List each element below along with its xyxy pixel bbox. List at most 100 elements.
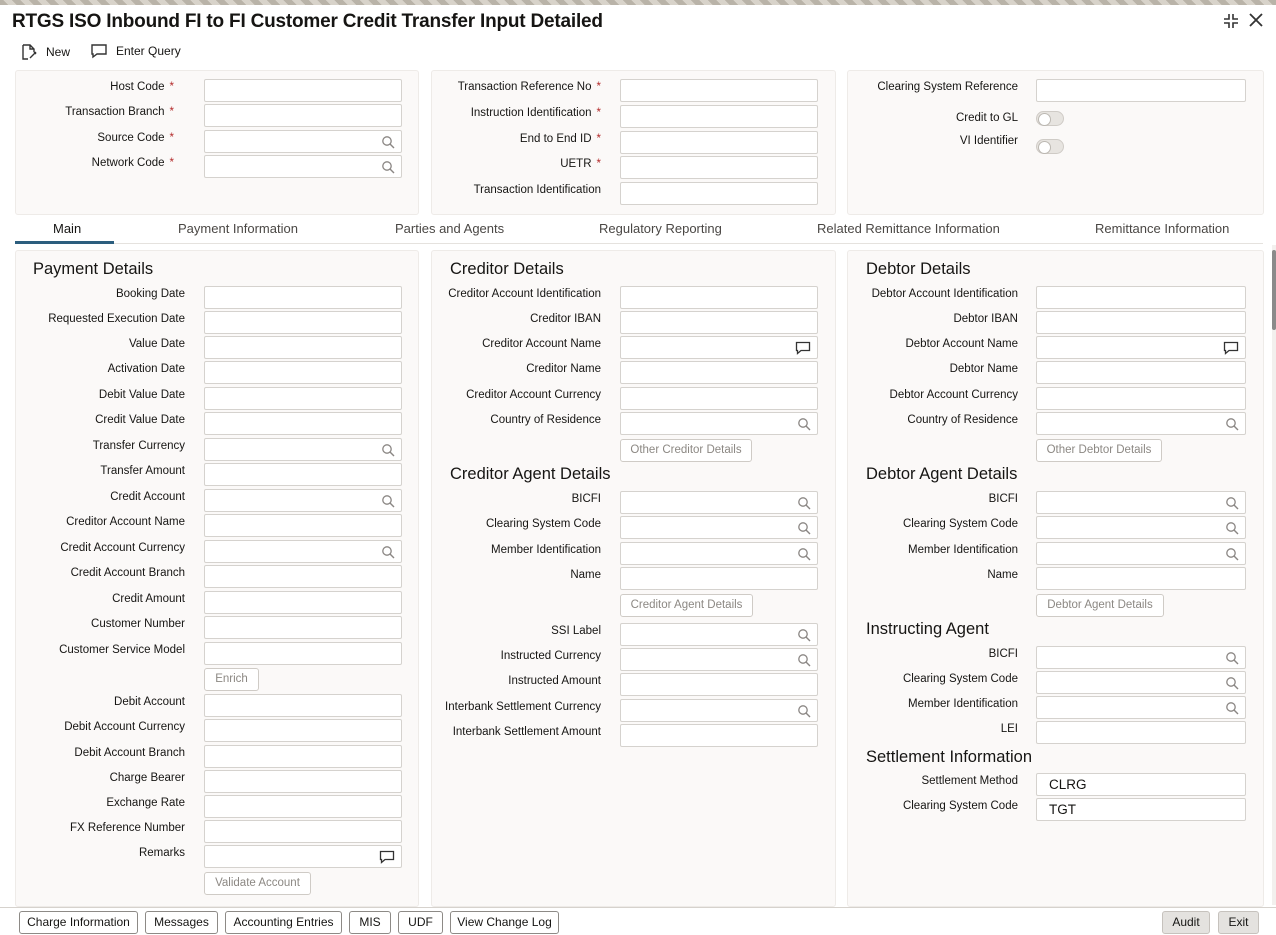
- search-icon[interactable]: [1225, 547, 1239, 564]
- creditor-creditor-account-name-input[interactable]: [620, 336, 818, 359]
- search-icon[interactable]: [797, 704, 811, 721]
- new-button[interactable]: New: [20, 43, 70, 61]
- payment-credit-account-currency-input[interactable]: [204, 540, 402, 563]
- creditor-instructed-amount-input[interactable]: [620, 673, 818, 696]
- creditor-agent-name-input[interactable]: [620, 567, 818, 590]
- payment-charge-bearer-input[interactable]: [204, 770, 402, 793]
- search-icon[interactable]: [381, 135, 395, 152]
- mis-button[interactable]: MIS: [349, 911, 391, 934]
- transaction-identification-input[interactable]: [620, 182, 818, 205]
- creditor-creditor-name-input[interactable]: [620, 361, 818, 384]
- payment-value-date-input[interactable]: [204, 336, 402, 359]
- search-icon[interactable]: [381, 443, 395, 460]
- creditor-agent-member-identification-input[interactable]: [620, 542, 818, 565]
- audit-button[interactable]: Audit: [1162, 911, 1210, 934]
- credit-to-gl-toggle[interactable]: [1036, 111, 1064, 126]
- udf-button[interactable]: UDF: [398, 911, 443, 934]
- creditor-instructed-currency-input[interactable]: [620, 648, 818, 671]
- search-icon[interactable]: [797, 417, 811, 434]
- instruction-identification-input[interactable]: [620, 105, 818, 128]
- tab-main[interactable]: Main: [53, 221, 81, 236]
- payment-requested-execution-date-input[interactable]: [204, 311, 402, 334]
- search-icon[interactable]: [1225, 521, 1239, 538]
- debtor-debtor-account-name-input[interactable]: [1036, 336, 1246, 359]
- debtor-agent-member-identification-input[interactable]: [1036, 542, 1246, 565]
- other-debtor-details-button[interactable]: Other Debtor Details: [1036, 439, 1162, 462]
- comment-icon[interactable]: [379, 850, 395, 867]
- search-icon[interactable]: [381, 545, 395, 562]
- scrollbar-track[interactable]: [1272, 245, 1276, 905]
- network-code-input[interactable]: [204, 155, 402, 178]
- creditor-agent-bicfi-input[interactable]: [620, 491, 818, 514]
- transaction-reference-no-input[interactable]: [620, 79, 818, 102]
- accounting-entries-button[interactable]: Accounting Entries: [225, 911, 342, 934]
- debtor-debtor-account-currency-input[interactable]: [1036, 387, 1246, 410]
- scrollbar-thumb[interactable]: [1272, 250, 1276, 330]
- close-icon[interactable]: [1248, 12, 1264, 33]
- debtor-country-of-residence-input[interactable]: [1036, 412, 1246, 435]
- debtor-agent-name-input[interactable]: [1036, 567, 1246, 590]
- payment-booking-date-input[interactable]: [204, 286, 402, 309]
- payment-debit-account-currency-input[interactable]: [204, 719, 402, 742]
- creditor-agent-clearing-system-code-input[interactable]: [620, 516, 818, 539]
- creditor-ssi-label-input[interactable]: [620, 623, 818, 646]
- debtor-debtor-account-identification-input[interactable]: [1036, 286, 1246, 309]
- tab-remittance-information[interactable]: Remittance Information: [1095, 221, 1229, 236]
- search-icon[interactable]: [1225, 417, 1239, 434]
- payment-debit-value-date-input[interactable]: [204, 387, 402, 410]
- instructing-agent-member-identification-input[interactable]: [1036, 696, 1246, 719]
- instructing-agent-lei-input[interactable]: [1036, 721, 1246, 744]
- payment-activation-date-input[interactable]: [204, 361, 402, 384]
- payment-credit-amount-input[interactable]: [204, 591, 402, 614]
- tab-related-remittance-information[interactable]: Related Remittance Information: [817, 221, 1000, 236]
- payment-customer-number-input[interactable]: [204, 616, 402, 639]
- end-to-end-id-input[interactable]: [620, 131, 818, 154]
- enter-query-button[interactable]: Enter Query: [90, 43, 181, 59]
- uetr-input[interactable]: [620, 156, 818, 179]
- comment-icon[interactable]: [795, 341, 811, 358]
- payment-creditor-account-name-input[interactable]: [204, 514, 402, 537]
- creditor-creditor-account-identification-input[interactable]: [620, 286, 818, 309]
- instructing-agent-clearing-system-code-input[interactable]: [1036, 671, 1246, 694]
- validate-account-button[interactable]: Validate Account: [204, 872, 311, 895]
- transaction-branch-input[interactable]: [204, 104, 402, 127]
- clearing-system-reference-input[interactable]: [1036, 79, 1246, 102]
- settlement-method-input[interactable]: CLRG: [1036, 773, 1246, 796]
- exit-button[interactable]: Exit: [1218, 911, 1259, 934]
- payment-fx-reference-number-input[interactable]: [204, 820, 402, 843]
- payment-debit-account-branch-input[interactable]: [204, 745, 402, 768]
- search-icon[interactable]: [797, 628, 811, 645]
- creditor-interbank-settlement-amount-input[interactable]: [620, 724, 818, 747]
- comment-icon[interactable]: [1223, 341, 1239, 358]
- creditor-agent-details-button[interactable]: Creditor Agent Details: [620, 594, 753, 617]
- creditor-creditor-iban-input[interactable]: [620, 311, 818, 334]
- payment-transfer-amount-input[interactable]: [204, 463, 402, 486]
- creditor-country-of-residence-input[interactable]: [620, 412, 818, 435]
- payment-customer-service-model-input[interactable]: [204, 642, 402, 665]
- enrich-button[interactable]: Enrich: [204, 668, 259, 691]
- search-icon[interactable]: [1225, 651, 1239, 668]
- collapse-icon[interactable]: [1222, 12, 1240, 35]
- tab-regulatory-reporting[interactable]: Regulatory Reporting: [599, 221, 722, 236]
- debtor-agent-clearing-system-code-input[interactable]: [1036, 516, 1246, 539]
- tab-parties-and-agents[interactable]: Parties and Agents: [395, 221, 504, 236]
- payment-exchange-rate-input[interactable]: [204, 795, 402, 818]
- search-icon[interactable]: [1225, 701, 1239, 718]
- payment-credit-value-date-input[interactable]: [204, 412, 402, 435]
- payment-transfer-currency-input[interactable]: [204, 438, 402, 461]
- search-icon[interactable]: [797, 496, 811, 513]
- debtor-agent-details-button[interactable]: Debtor Agent Details: [1036, 594, 1164, 617]
- other-creditor-details-button[interactable]: Other Creditor Details: [620, 439, 752, 462]
- creditor-creditor-account-currency-input[interactable]: [620, 387, 818, 410]
- payment-credit-account-branch-input[interactable]: [204, 565, 402, 588]
- view-change-log-button[interactable]: View Change Log: [450, 911, 559, 934]
- debtor-debtor-name-input[interactable]: [1036, 361, 1246, 384]
- search-icon[interactable]: [381, 160, 395, 177]
- vi-identifier-toggle[interactable]: [1036, 139, 1064, 154]
- instructing-agent-bicfi-input[interactable]: [1036, 646, 1246, 669]
- settlement-clearing-system-code-input[interactable]: TGT: [1036, 798, 1246, 821]
- search-icon[interactable]: [1225, 496, 1239, 513]
- creditor-interbank-settlement-currency-input[interactable]: [620, 699, 818, 722]
- source-code-input[interactable]: [204, 130, 402, 153]
- search-icon[interactable]: [381, 494, 395, 511]
